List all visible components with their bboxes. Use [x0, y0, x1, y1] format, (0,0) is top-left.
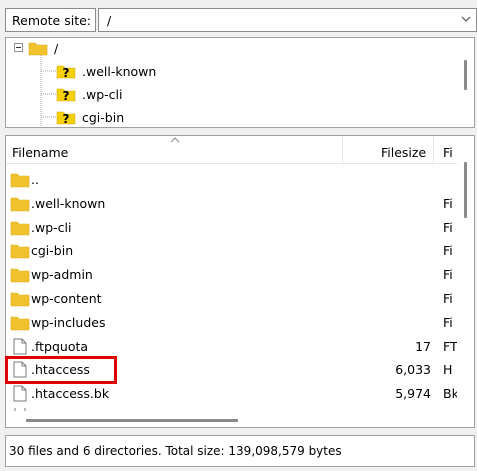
remote-site-label: Remote site: — [5, 8, 96, 32]
file-name: .ftpquota — [31, 338, 89, 354]
file-row[interactable]: wp-admin Fi — [6, 262, 458, 286]
file-row[interactable]: wp-content Fi — [6, 286, 458, 310]
file-row[interactable]: cgi-bin Fi — [6, 238, 458, 262]
collapse-toggle-icon[interactable] — [14, 43, 23, 52]
highlight-box — [5, 356, 117, 384]
file-name: .wp-cli — [31, 219, 72, 235]
scrollbar-thumb[interactable] — [464, 162, 467, 218]
remote-site-bar: Remote site: / — [0, 0, 477, 38]
file-row[interactable]: .well-known Fi — [6, 191, 458, 215]
tree-item-label: .well-known — [82, 63, 157, 79]
unknown-folder-icon: ? — [56, 88, 76, 102]
folder-icon — [10, 173, 30, 188]
column-header-filename[interactable]: Filename — [12, 145, 68, 160]
file-name: wp-includes — [31, 314, 106, 330]
column-header-filesize[interactable]: Filesize — [381, 145, 426, 160]
scrollbar-thumb[interactable] — [464, 60, 467, 90]
remote-path-combobox[interactable]: / — [98, 8, 477, 32]
folder-icon — [10, 316, 30, 331]
file-name: .htaccess.bk — [31, 386, 110, 402]
tree-item-well-known[interactable]: ? .well-known — [56, 61, 156, 81]
sort-ascending-icon — [170, 137, 180, 143]
svg-text:?: ? — [63, 66, 70, 79]
file-name: wp-admin — [31, 267, 93, 283]
chevron-down-icon[interactable] — [461, 14, 471, 24]
folder-icon — [10, 268, 30, 283]
column-separator[interactable] — [433, 136, 434, 164]
tree-vertical-scrollbar[interactable] — [457, 38, 474, 127]
file-name: .. — [31, 172, 39, 187]
file-name: .well-known — [31, 195, 106, 211]
file-list-vertical-scrollbar[interactable] — [457, 136, 474, 427]
folder-icon — [28, 42, 48, 56]
tree-item-root[interactable]: / — [28, 38, 58, 58]
file-type: FT — [443, 338, 457, 354]
folder-icon — [10, 197, 30, 212]
status-text: 30 files and 6 directories. Total size: … — [9, 444, 342, 458]
file-type: Fi — [443, 243, 453, 259]
column-header-filetype[interactable]: Fi — [443, 145, 457, 160]
folder-icon — [10, 292, 30, 307]
tree-item-label: / — [54, 40, 59, 56]
tree-item-label: cgi-bin — [82, 109, 125, 125]
file-list-horizontal-scrollbar[interactable] — [6, 411, 458, 427]
remote-file-list[interactable]: Filename Filesize Fi .. .well-known Fi .wp-… — [5, 135, 475, 428]
file-list-header: Filename Filesize Fi — [6, 136, 458, 164]
scrollbar-thumb[interactable] — [26, 419, 238, 422]
file-row[interactable]: .. — [6, 167, 458, 191]
file-row[interactable]: .wp-cli Fi — [6, 215, 458, 239]
tree-item-label: .wp-cli — [82, 86, 123, 102]
file-size: 5,974 — [395, 386, 431, 402]
file-type: H — [443, 362, 453, 378]
file-icon — [13, 385, 27, 402]
unknown-folder-icon: ? — [56, 111, 76, 125]
file-name: cgi-bin — [31, 243, 74, 259]
folder-icon — [10, 245, 30, 259]
column-separator[interactable] — [342, 136, 343, 164]
file-type: Fi — [443, 291, 453, 306]
file-type: Fi — [443, 314, 453, 330]
status-bar: 30 files and 6 directories. Total size: … — [5, 435, 475, 467]
tree-item-cgi-bin[interactable]: ? cgi-bin — [56, 107, 124, 127]
remote-path-value[interactable]: / — [107, 13, 111, 28]
svg-text:?: ? — [63, 112, 70, 125]
file-type: Fi — [443, 219, 453, 235]
file-type: Fi — [443, 195, 453, 211]
file-type: Bk — [443, 386, 457, 402]
file-icon — [13, 338, 27, 355]
svg-text:?: ? — [63, 89, 70, 102]
remote-directory-tree[interactable]: / ? .well-known ? .wp-cli ? cgi-bin — [5, 37, 475, 128]
file-row[interactable]: .ftpquota 17 FT — [6, 334, 458, 358]
remote-site-label-text: Remote site: — [12, 13, 91, 28]
file-row[interactable]: wp-includes Fi — [6, 310, 458, 334]
tree-item-wp-cli[interactable]: ? .wp-cli — [56, 84, 122, 104]
file-size: 6,033 — [395, 362, 431, 378]
file-name: wp-content — [31, 291, 102, 306]
folder-icon — [10, 221, 30, 235]
unknown-folder-icon: ? — [56, 65, 76, 79]
file-row[interactable]: .htaccess.bk 5,974 Bk — [6, 381, 458, 405]
file-type: Fi — [443, 267, 453, 283]
file-size: 17 — [415, 338, 431, 354]
